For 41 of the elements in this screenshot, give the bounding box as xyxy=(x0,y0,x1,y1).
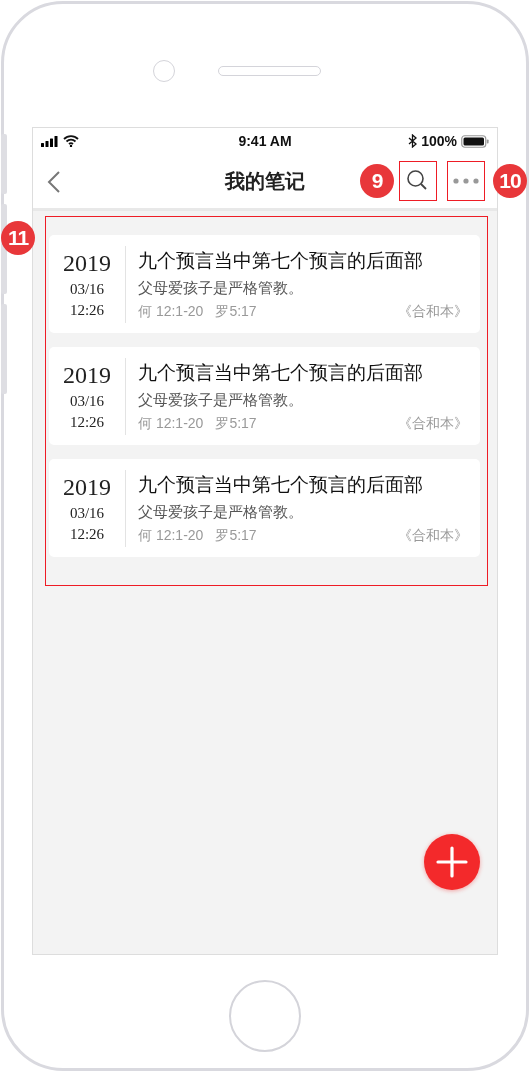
note-card[interactable]: 2019 03/16 12:26 九个预言当中第七个预言的后面部 父母爱孩子是严格管教。 何 12:1-20 罗5:17 《合和本》 xyxy=(49,235,480,333)
note-time: 12:26 xyxy=(69,413,105,431)
verse-reference: 罗5:17 xyxy=(215,526,257,545)
plus-icon xyxy=(435,845,469,879)
verse-reference: 罗5:17 xyxy=(215,414,257,433)
highlight-frame xyxy=(447,161,485,201)
battery-percent: 100% xyxy=(421,133,457,149)
note-date: 03/16 xyxy=(69,504,105,522)
note-card[interactable]: 2019 03/16 12:26 九个预言当中第七个预言的后面部 父母爱孩子是严格管教。 何 12:1-20 罗5:17 《合和本》 xyxy=(49,459,480,557)
note-title: 九个预言当中第七个预言的后面部 xyxy=(138,472,424,497)
bible-version: 《合和本》 xyxy=(398,414,468,433)
note-date: 03/16 xyxy=(69,392,105,410)
note-title: 九个预言当中第七个预言的后面部 xyxy=(138,360,424,385)
note-excerpt: 父母爱孩子是严格管教。 xyxy=(138,502,304,522)
note-time: 12:26 xyxy=(69,525,105,543)
verse-reference: 何 12:1-20 xyxy=(138,414,204,433)
note-date: 03/16 xyxy=(69,280,105,298)
signal-icon xyxy=(41,135,59,147)
battery-icon xyxy=(461,134,489,148)
note-title: 九个预言当中第七个预言的后面部 xyxy=(138,248,424,273)
bluetooth-icon xyxy=(408,134,418,148)
note-year: 2019 xyxy=(63,249,111,277)
note-card[interactable]: 2019 03/16 12:26 九个预言当中第七个预言的后面部 父母爱孩子是严格管教。 何 12:1-20 罗5:17 《合和本》 xyxy=(49,347,480,445)
note-excerpt: 父母爱孩子是严格管教。 xyxy=(138,390,304,410)
status-time: 9:41 AM xyxy=(238,133,292,149)
note-excerpt: 父母爱孩子是严格管教。 xyxy=(138,278,304,298)
bible-version: 《合和本》 xyxy=(398,526,468,545)
search-icon[interactable] xyxy=(406,169,428,191)
verse-reference: 何 12:1-20 xyxy=(138,302,204,321)
note-year: 2019 xyxy=(63,473,111,501)
verse-reference: 罗5:17 xyxy=(215,302,257,321)
back-icon[interactable] xyxy=(47,170,61,194)
wifi-icon xyxy=(63,135,79,147)
note-time: 12:26 xyxy=(69,301,105,319)
bible-version: 《合和本》 xyxy=(398,302,468,321)
highlight-frame xyxy=(399,161,437,201)
verse-reference: 何 12:1-20 xyxy=(138,526,204,545)
more-icon[interactable] xyxy=(453,178,479,184)
page-title: 我的笔记 xyxy=(225,168,305,194)
note-year: 2019 xyxy=(63,361,111,389)
add-button[interactable] xyxy=(424,834,480,890)
